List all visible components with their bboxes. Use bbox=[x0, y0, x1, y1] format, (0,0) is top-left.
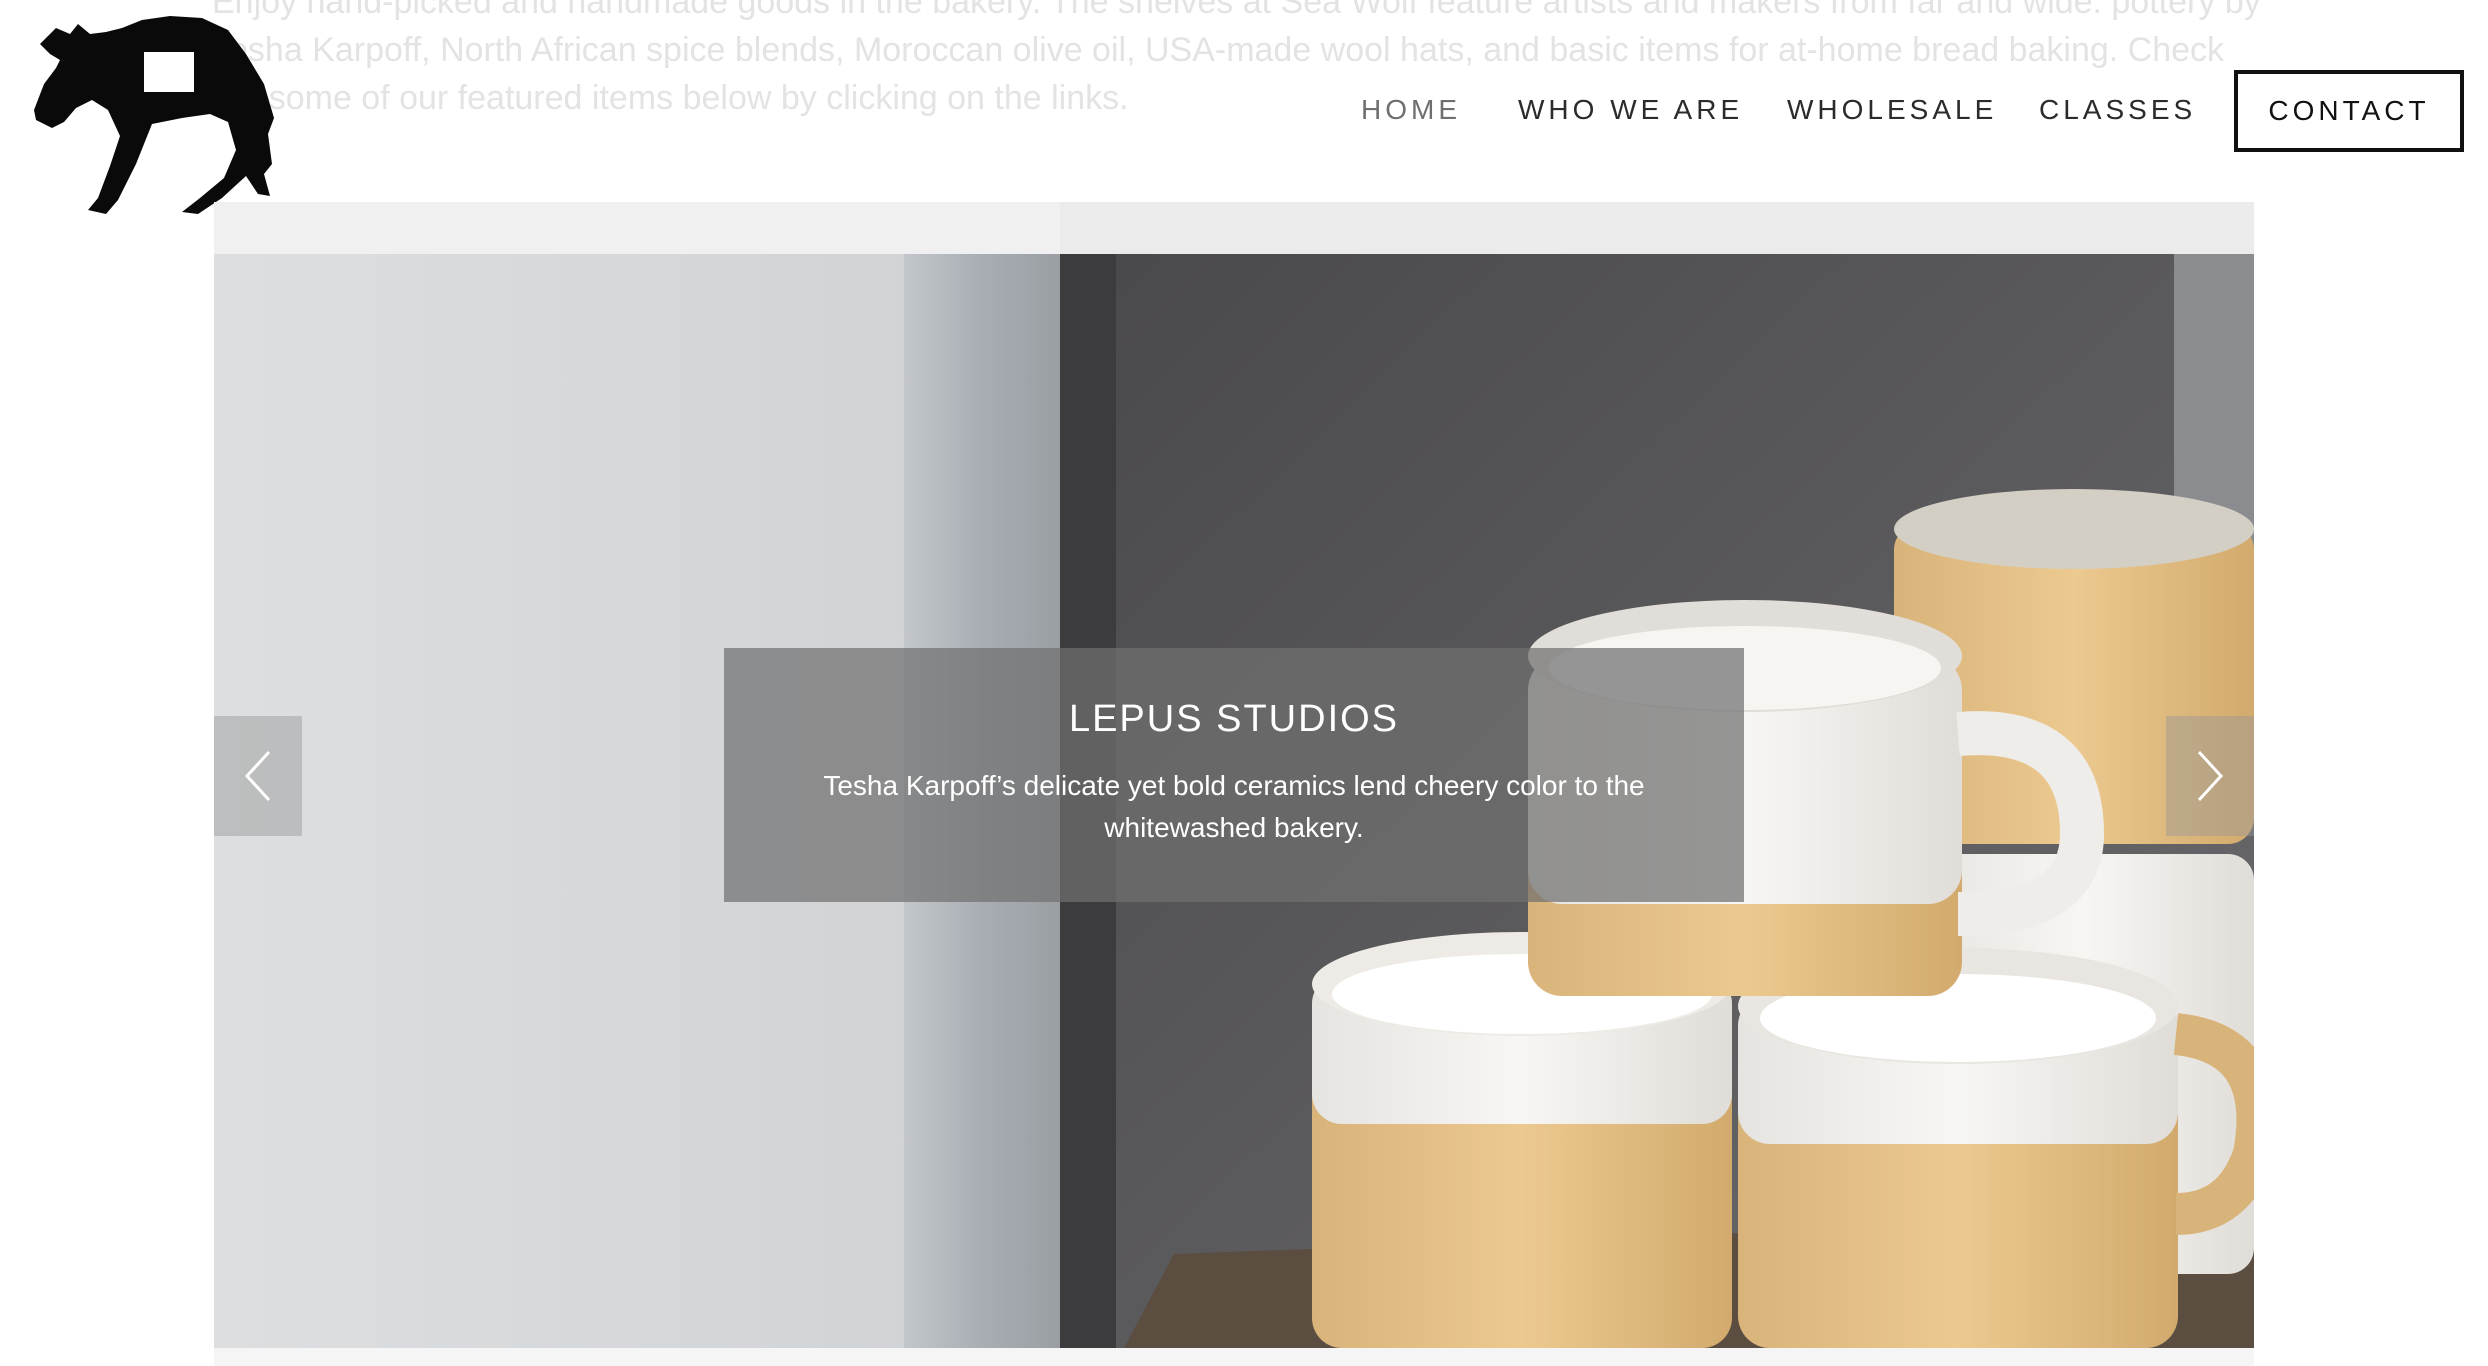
wolf-logo-icon[interactable] bbox=[32, 14, 282, 216]
chevron-left-icon bbox=[244, 750, 271, 802]
slider-bottom-strip bbox=[214, 1348, 2254, 1366]
contact-button[interactable]: CONTACT bbox=[2234, 70, 2464, 152]
slide-description: Tesha Karpoff’s delicate yet bold cerami… bbox=[823, 770, 1645, 843]
slider-top-band bbox=[214, 202, 2254, 254]
featured-slideshow[interactable]: LEPUS STUDIOS Tesha Karpoff’s delicate y… bbox=[214, 254, 2254, 1348]
site-header: HOME WHO WE ARE WHOLESALE CLASSES CONTAC… bbox=[0, 0, 2488, 214]
nav-classes[interactable]: CLASSES bbox=[2039, 94, 2196, 126]
chevron-right-icon bbox=[2197, 750, 2224, 802]
slider-top-band-shade bbox=[1060, 202, 2254, 254]
slider-prev-button[interactable] bbox=[214, 716, 302, 836]
nav-home[interactable]: HOME bbox=[1361, 94, 1461, 126]
slider-next-button[interactable] bbox=[2166, 716, 2254, 836]
nav-wholesale[interactable]: WHOLESALE bbox=[1787, 94, 1997, 126]
nav-who-we-are[interactable]: WHO WE ARE bbox=[1518, 94, 1743, 126]
slide-caption: LEPUS STUDIOS Tesha Karpoff’s delicate y… bbox=[724, 648, 1744, 902]
slide-title: LEPUS STUDIOS bbox=[1068, 698, 1400, 740]
